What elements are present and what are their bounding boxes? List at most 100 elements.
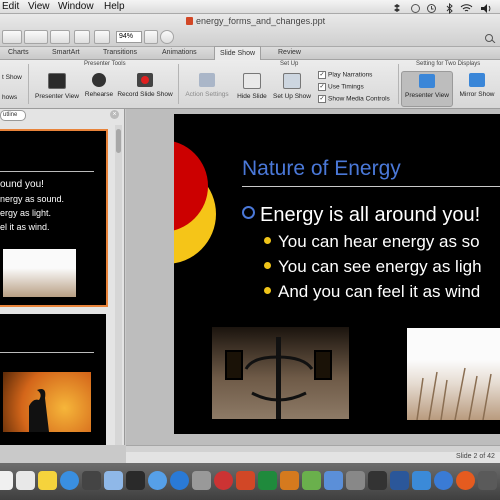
tab-charts[interactable]: Charts bbox=[8, 47, 29, 59]
title-rule bbox=[0, 171, 94, 172]
brush-button[interactable] bbox=[2, 30, 22, 44]
sidebar-toggle-button[interactable] bbox=[94, 30, 110, 44]
help-button[interactable] bbox=[160, 30, 174, 44]
silhouette-thumbnail-image bbox=[3, 372, 91, 432]
from-start-button[interactable]: t Show bbox=[2, 74, 22, 81]
time-machine-icon[interactable] bbox=[426, 1, 437, 13]
current-slide[interactable]: Nature of Energy Energy is all around yo… bbox=[174, 114, 500, 434]
mirror-display-icon bbox=[469, 73, 485, 87]
powerpoint-dock-icon[interactable] bbox=[236, 471, 255, 490]
wifi-icon[interactable] bbox=[460, 1, 473, 12]
finder-dock-icon[interactable] bbox=[412, 471, 431, 490]
show-media-controls-checkbox[interactable]: ✓ Show Media Controls bbox=[318, 95, 390, 103]
outline-tab[interactable]: utline bbox=[0, 110, 26, 121]
set-up-show-icon bbox=[283, 73, 301, 89]
system-preferences-dock-icon[interactable] bbox=[192, 471, 211, 490]
sub-bullet[interactable]: You can hear energy as so bbox=[264, 232, 480, 252]
set-up-show-button[interactable]: Set Up Show bbox=[272, 73, 312, 105]
title-underline bbox=[242, 186, 500, 187]
folder-dock-icon[interactable] bbox=[324, 471, 343, 490]
movie-dock-icon[interactable] bbox=[126, 471, 145, 490]
insert-button[interactable] bbox=[50, 30, 70, 44]
close-icon[interactable]: × bbox=[110, 110, 119, 119]
play-narrations-checkbox[interactable]: ✓ Play Narrations bbox=[318, 71, 372, 79]
action-settings-button[interactable]: Action Settings bbox=[184, 73, 230, 105]
custom-shows-button[interactable]: hows bbox=[2, 94, 17, 101]
group-set-up: Set Up bbox=[280, 61, 299, 67]
display-icon bbox=[419, 74, 435, 88]
slide-counter: Slide 2 of 42 bbox=[456, 453, 495, 460]
mirror-show-button[interactable]: Mirror Show bbox=[456, 73, 498, 105]
thumbnail-scrollbar-thumb[interactable] bbox=[116, 129, 121, 153]
firefox-dock-icon[interactable] bbox=[214, 471, 233, 490]
checkmark-icon: ✓ bbox=[318, 71, 326, 79]
record-slide-show-button[interactable]: Record Slide Show bbox=[117, 73, 173, 105]
rehearse-label: Rehearse bbox=[84, 91, 114, 98]
grid-button[interactable] bbox=[74, 30, 90, 44]
set-up-show-label: Set Up Show bbox=[273, 93, 311, 100]
lamppost-image[interactable] bbox=[212, 327, 349, 419]
camera-dock-icon[interactable] bbox=[82, 471, 101, 490]
menu-help[interactable]: Help bbox=[104, 0, 125, 13]
thumbnail-scrollbar-track[interactable] bbox=[115, 125, 122, 445]
bullet-dot-icon bbox=[264, 262, 271, 269]
bullet-dot-icon bbox=[264, 237, 271, 244]
app-store-dock-icon[interactable] bbox=[170, 471, 189, 490]
status-bar: Slide 2 of 42 bbox=[126, 452, 500, 463]
group-presenter-tools: Presenter Tools bbox=[84, 61, 126, 67]
menu-edit[interactable]: Edit bbox=[2, 0, 19, 13]
presenter-view-button[interactable]: Presenter View bbox=[34, 73, 80, 105]
excel-dock-icon[interactable] bbox=[258, 471, 277, 490]
reeds-thumbnail-image bbox=[3, 249, 76, 297]
tab-smartart[interactable]: SmartArt bbox=[52, 47, 80, 59]
tab-review[interactable]: Review bbox=[278, 47, 301, 59]
main-bullet-text: Energy is all around you! bbox=[260, 204, 481, 226]
presenter-view-display-button[interactable]: Presenter View bbox=[401, 71, 453, 107]
hide-slide-label: Hide Slide bbox=[237, 93, 267, 100]
thumb-line-1: ound you! bbox=[0, 179, 44, 190]
tab-animations[interactable]: Animations bbox=[162, 47, 197, 59]
messages-dock-icon[interactable] bbox=[60, 471, 79, 490]
group-two-displays: Setting for Two Displays bbox=[416, 61, 481, 67]
presenter-view-label: Presenter View bbox=[35, 93, 79, 100]
hide-slide-button[interactable]: Hide Slide bbox=[236, 73, 268, 105]
image-button[interactable] bbox=[24, 30, 48, 44]
menu-window[interactable]: Window bbox=[58, 0, 94, 13]
zoom-stepper[interactable] bbox=[144, 30, 158, 44]
zoom-field[interactable]: 94% bbox=[116, 31, 142, 43]
slide-title[interactable]: Nature of Energy bbox=[242, 157, 401, 181]
maps-dock-icon[interactable] bbox=[302, 471, 321, 490]
tab-transitions[interactable]: Transitions bbox=[103, 47, 137, 59]
safari-dock-icon[interactable] bbox=[434, 471, 453, 490]
notes-dock-icon[interactable] bbox=[16, 471, 35, 490]
main-bullet[interactable]: Energy is all around you! bbox=[242, 204, 480, 227]
dropbox-icon[interactable] bbox=[392, 1, 403, 12]
preview-dock-icon[interactable] bbox=[104, 471, 123, 490]
keynote-dock-icon[interactable] bbox=[280, 471, 299, 490]
sub-bullet[interactable]: And you can feel it as wind bbox=[264, 282, 480, 302]
record-slide-show-label: Record Slide Show bbox=[117, 91, 173, 98]
menu-view[interactable]: View bbox=[28, 0, 50, 13]
slide-thumbnail-3[interactable] bbox=[0, 314, 106, 445]
use-timings-checkbox[interactable]: ✓ Use Timings bbox=[318, 83, 364, 91]
itunes-dock-icon[interactable] bbox=[148, 471, 167, 490]
bluetooth-icon[interactable] bbox=[444, 1, 455, 15]
stickies-dock-icon[interactable] bbox=[38, 471, 57, 490]
browser-dock-icon[interactable] bbox=[456, 471, 475, 490]
search-icon[interactable] bbox=[484, 30, 498, 44]
word-dock-icon[interactable] bbox=[390, 471, 409, 490]
trash-dock-icon[interactable] bbox=[478, 471, 497, 490]
terminal-dock-icon[interactable] bbox=[368, 471, 387, 490]
tab-slide-show[interactable]: Slide Show bbox=[214, 46, 262, 60]
slide-thumbnail-2[interactable]: ound you! nergy as sound. ergy as light.… bbox=[0, 129, 108, 307]
sub-bullet[interactable]: You can see energy as ligh bbox=[264, 257, 482, 277]
rehearse-button[interactable]: Rehearse bbox=[84, 73, 114, 105]
menu-bar: Edit View Window Help bbox=[0, 0, 500, 15]
volume-icon[interactable] bbox=[480, 1, 491, 13]
calendar-dock-icon[interactable] bbox=[0, 471, 13, 490]
checkmark-icon: ✓ bbox=[318, 83, 326, 91]
network-icon[interactable] bbox=[410, 1, 421, 13]
thumb-line-2: nergy as sound. bbox=[0, 194, 65, 204]
reeds-image[interactable] bbox=[407, 328, 500, 421]
tools-dock-icon[interactable] bbox=[346, 471, 365, 490]
